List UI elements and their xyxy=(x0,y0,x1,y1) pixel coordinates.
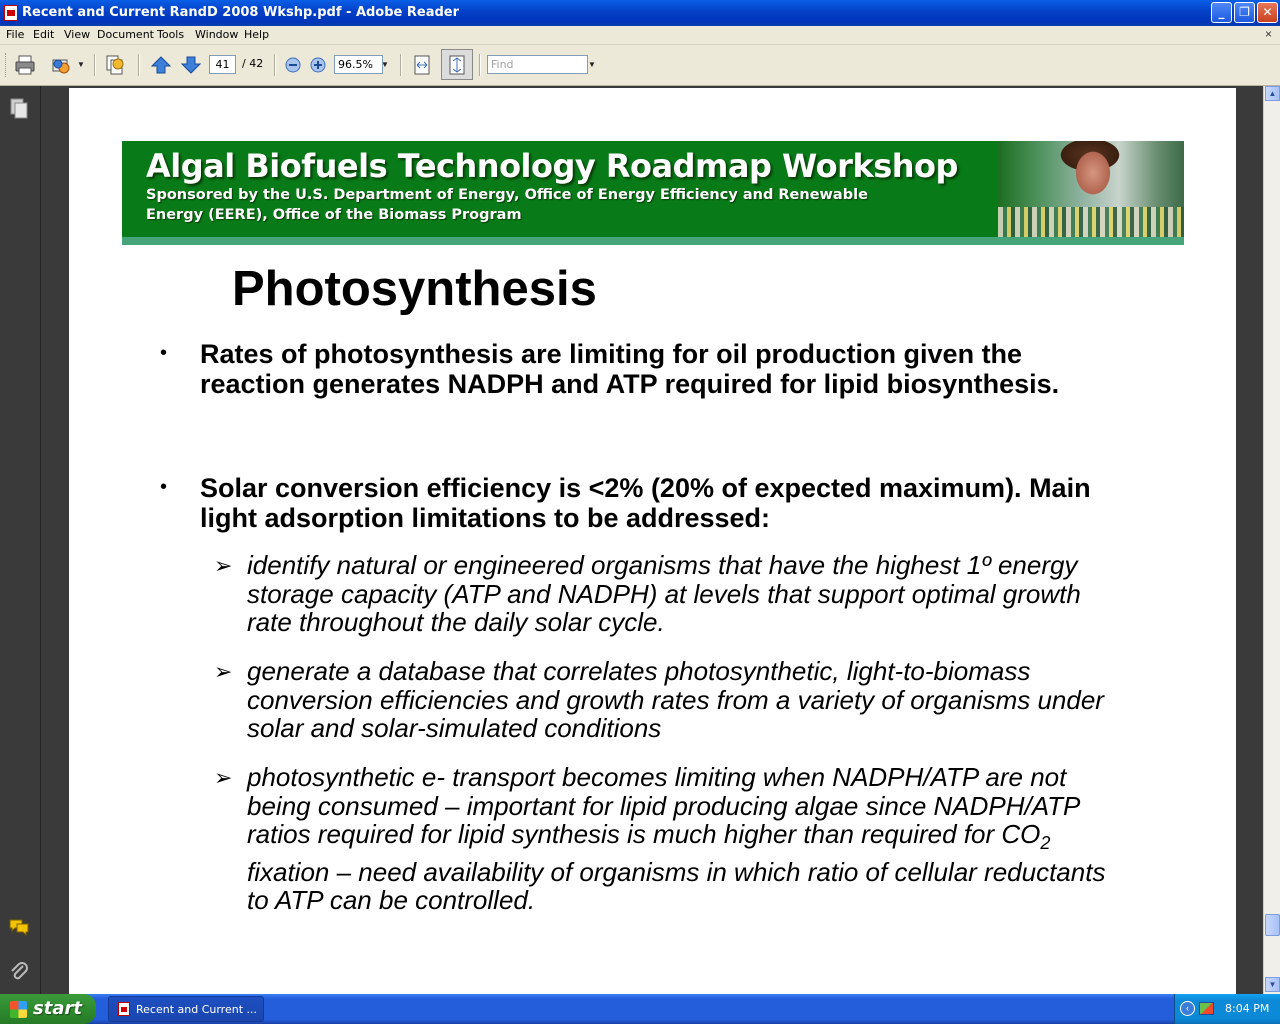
menu-edit[interactable]: Edit xyxy=(33,28,54,41)
zoom-in-icon[interactable] xyxy=(307,54,329,76)
bullet-dot-icon: • xyxy=(160,342,168,364)
network-icon[interactable] xyxy=(1199,1002,1214,1015)
menu-help[interactable]: Help xyxy=(244,28,269,41)
pdf-page: Algal Biofuels Technology Roadmap Worksh… xyxy=(69,88,1236,994)
taskbar: start Recent and Current ... ‹ 8:04 PM xyxy=(0,994,1280,1024)
toolbar-separator xyxy=(400,54,402,76)
scroll-down-icon[interactable]: ▼ xyxy=(1265,977,1280,992)
arrow-bullet-icon: ➢ xyxy=(214,659,233,684)
arrow-bullet-icon: ➢ xyxy=(214,553,233,578)
arrow-bullet-icon: ➢ xyxy=(214,765,233,790)
toolbar-separator xyxy=(479,54,481,76)
clock[interactable]: 8:04 PM xyxy=(1225,1002,1269,1015)
next-page-icon[interactable] xyxy=(180,54,202,76)
page-total: / 42 xyxy=(242,57,264,70)
maximize-button[interactable]: ❐ xyxy=(1234,2,1255,23)
system-tray: ‹ 8:04 PM xyxy=(1174,994,1280,1024)
close-button[interactable]: ✕ xyxy=(1257,2,1278,23)
co2-subscript: 2 xyxy=(1040,833,1051,854)
find-dropdown-icon[interactable]: ▼ xyxy=(588,60,596,69)
menu-bar: File Edit View Document Tools Window Hel… xyxy=(0,26,1280,45)
taskbar-item-adobe-reader[interactable]: Recent and Current ... xyxy=(108,996,264,1022)
comments-icon[interactable] xyxy=(8,918,30,936)
fit-page-button[interactable] xyxy=(441,49,473,80)
sub-bullet-2: generate a database that correlates phot… xyxy=(247,656,1104,743)
show-hidden-icons-icon[interactable]: ‹ xyxy=(1180,1001,1195,1016)
fit-page-icon xyxy=(449,55,465,75)
menu-window[interactable]: Window xyxy=(195,28,238,41)
sub-bullet-3-text-b: fixation – need availability of organism… xyxy=(247,856,1106,916)
start-button[interactable]: start xyxy=(0,994,96,1024)
banner-subtitle-line2: Energy (EERE), Office of the Biomass Pro… xyxy=(146,207,522,223)
banner-stripe xyxy=(122,237,1184,245)
find-input[interactable]: Find xyxy=(487,55,588,74)
sub-bullet-1: identify natural or engineered organisms… xyxy=(247,550,1081,637)
scroll-up-icon[interactable]: ▲ xyxy=(1265,86,1280,101)
title-bar: Recent and Current RandD 2008 Wkshp.pdf … xyxy=(0,0,1280,26)
start-label: start xyxy=(33,998,82,1019)
slide-title: Photosynthesis xyxy=(232,262,597,316)
taskbar-item-label: Recent and Current ... xyxy=(136,1003,258,1016)
bullet-1: Rates of photosynthesis are limiting for… xyxy=(200,339,1060,399)
workshop-banner: Algal Biofuels Technology Roadmap Worksh… xyxy=(122,141,1184,245)
sub-bullet-3-text-a: photosynthetic e- transport becomes limi… xyxy=(247,762,1080,849)
document-close-icon[interactable]: × xyxy=(1265,27,1272,41)
chevron-down-icon[interactable]: ▼ xyxy=(77,60,85,69)
previous-page-icon[interactable] xyxy=(150,54,172,76)
adobe-reader-icon xyxy=(4,5,18,21)
page-number-input[interactable]: 41 xyxy=(209,55,236,74)
print-icon[interactable] xyxy=(14,54,36,76)
pages-icon[interactable] xyxy=(104,54,126,76)
banner-subtitle-line1: Sponsored by the U.S. Department of Ener… xyxy=(146,187,868,203)
scientist-photo xyxy=(998,141,1184,237)
toolbar-separator xyxy=(94,54,96,76)
zoom-out-icon[interactable] xyxy=(282,54,304,76)
menu-view[interactable]: View xyxy=(64,28,90,41)
pages-panel-icon[interactable] xyxy=(9,98,29,120)
bullet-dot-icon: • xyxy=(160,476,168,498)
zoom-input[interactable]: 96.5% xyxy=(334,55,383,74)
navigation-panel xyxy=(0,86,41,994)
minimize-button[interactable]: _ xyxy=(1211,2,1232,23)
toolbar-grip[interactable] xyxy=(5,53,9,77)
menu-document[interactable]: Document xyxy=(97,28,154,41)
menu-file[interactable]: File xyxy=(6,28,24,41)
vertical-scrollbar[interactable]: ▲ ▼ xyxy=(1263,86,1280,994)
adobe-reader-icon xyxy=(118,1002,130,1016)
document-area[interactable]: Algal Biofuels Technology Roadmap Worksh… xyxy=(41,86,1263,994)
toolbar-separator xyxy=(138,54,140,76)
email-icon[interactable] xyxy=(50,54,72,76)
windows-logo-icon xyxy=(10,1001,27,1018)
toolbar-separator xyxy=(274,54,276,76)
scroll-thumb[interactable] xyxy=(1265,914,1280,936)
fit-width-icon[interactable] xyxy=(411,54,433,76)
toolbar: ▼ ▼ ▼ xyxy=(0,45,1280,86)
banner-title: Algal Biofuels Technology Roadmap Worksh… xyxy=(146,147,958,185)
sub-bullet-3: photosynthetic e- transport becomes limi… xyxy=(247,763,1127,915)
bullet-2: Solar conversion efficiency is <2% (20% … xyxy=(200,473,1091,533)
window-title: Recent and Current RandD 2008 Wkshp.pdf … xyxy=(22,5,460,20)
menu-tools[interactable]: Tools xyxy=(157,28,184,41)
attachments-icon[interactable] xyxy=(9,960,29,982)
